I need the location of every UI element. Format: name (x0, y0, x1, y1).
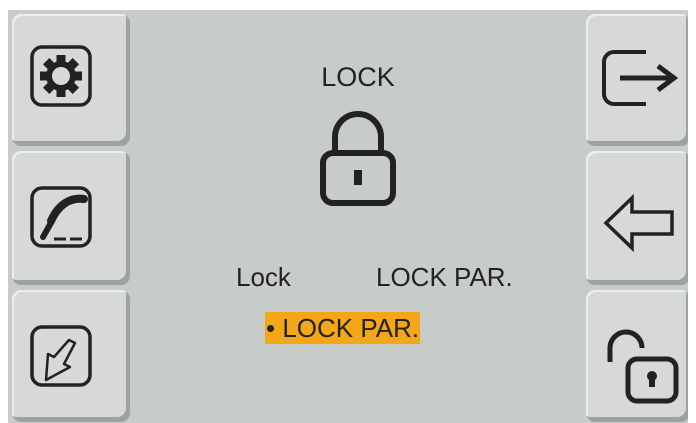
down-arrow-icon (30, 325, 92, 387)
page-title: LOCK (321, 62, 395, 92)
lock-icon (320, 111, 396, 206)
back-button[interactable] (586, 151, 688, 285)
exit-icon (602, 50, 679, 106)
lock-par-option[interactable]: LOCK PAR. (376, 262, 513, 293)
main-panel: LOCK Lock LOCK PAR. • LOCK PAR. (134, 14, 582, 423)
unlock-icon (607, 329, 679, 404)
lock-screen: LOCK Lock LOCK PAR. • LOCK PAR. (8, 10, 688, 423)
back-arrow-icon (603, 193, 674, 253)
unlock-button[interactable] (586, 290, 688, 422)
welding-torch-icon (30, 186, 92, 248)
gear-icon (30, 45, 92, 107)
exit-button[interactable] (586, 14, 688, 146)
welding-process-button[interactable] (12, 151, 130, 285)
down-arrow-button[interactable] (12, 290, 130, 422)
settings-button[interactable] (12, 14, 130, 146)
lock-option[interactable]: Lock (236, 262, 291, 293)
selected-option[interactable]: • LOCK PAR. (265, 312, 421, 344)
